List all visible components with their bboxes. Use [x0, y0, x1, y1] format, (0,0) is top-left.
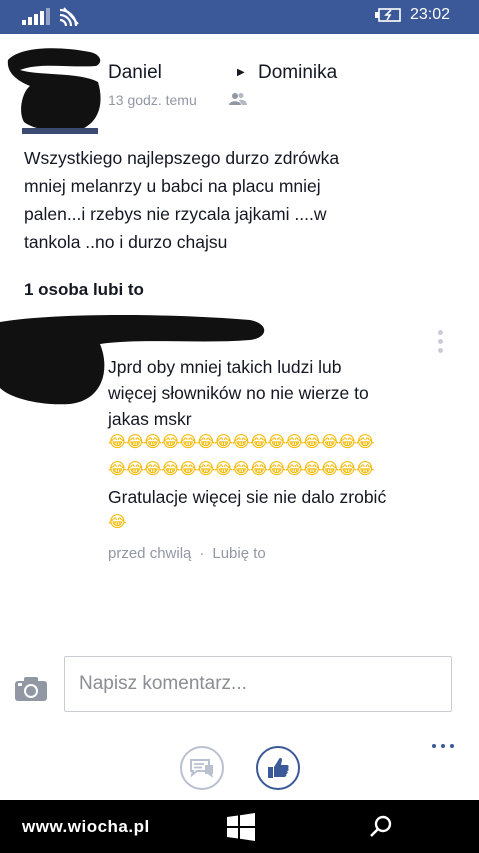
wifi-icon: [59, 7, 79, 26]
post-text: Wszystkiego najlepszego durzo zdrówka mn…: [24, 148, 340, 252]
arrow-right-icon: ▶: [237, 67, 245, 78]
comment-text: Jprd oby mniej takich ludzi lub więcej s…: [108, 357, 369, 429]
thumbs-up-icon: [268, 757, 289, 778]
system-nav-bar: www.wiocha.pl: [0, 800, 479, 853]
signal-icon: [22, 8, 50, 25]
separator: ·: [199, 545, 205, 562]
likes-count[interactable]: 1 osoba lubi to: [24, 280, 144, 300]
watermark: www.wiocha.pl: [22, 817, 150, 836]
like-button[interactable]: [256, 746, 300, 790]
comments-icon: [190, 759, 213, 778]
emoji-row: 😂😂😂😂😂😂😂😂😂😂😂😂😂😂😂: [108, 432, 374, 451]
search-icon[interactable]: [370, 815, 392, 837]
more-vertical-icon[interactable]: [434, 330, 446, 356]
post-timestamp[interactable]: 13 godz. temu: [108, 92, 197, 108]
comment-like-link[interactable]: Lubię to: [212, 545, 265, 562]
friends-icon: [229, 93, 247, 105]
emoji-row: 😂😂😂😂😂😂😂😂😂😂😂😂😂😂😂: [108, 459, 374, 478]
post-view: Daniel ▶ Dominika 13 godz. temu Wszystki…: [0, 34, 479, 800]
clock: 23:02: [410, 6, 451, 23]
post-target[interactable]: Dominika: [258, 62, 337, 84]
status-bar: 23:02: [0, 0, 479, 34]
comment-timestamp: przed chwilą: [108, 545, 192, 562]
windows-icon[interactable]: [227, 813, 255, 841]
battery-charging-icon: [375, 8, 401, 22]
comments-button[interactable]: [180, 746, 224, 790]
camera-icon[interactable]: [15, 677, 47, 701]
emoji: 😂: [108, 512, 127, 531]
comment-composer: [0, 646, 479, 726]
more-horizontal-icon[interactable]: [432, 744, 460, 750]
comment-input[interactable]: [64, 656, 452, 712]
redaction-scribble: [7, 48, 101, 134]
comment-meta: przed chwilą · Lubię to: [108, 545, 266, 562]
comment-text: Gratulacje więcej sie nie dalo zrobić: [108, 487, 387, 507]
post-author[interactable]: Daniel: [108, 62, 162, 84]
